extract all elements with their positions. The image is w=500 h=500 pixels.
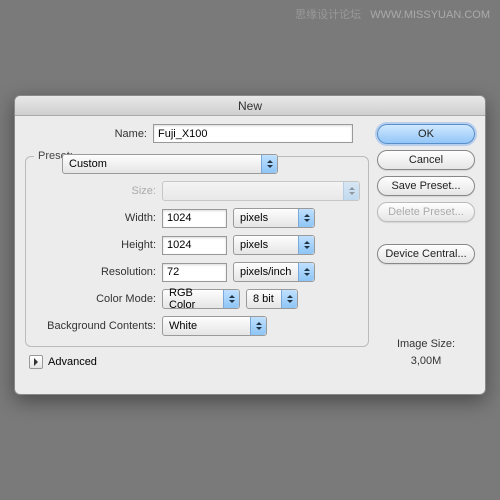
preset-value: Custom xyxy=(69,158,107,170)
advanced-label: Advanced xyxy=(48,356,97,368)
device-central-button[interactable]: Device Central... xyxy=(377,244,475,264)
preset-fieldset: Preset: Custom Size: Width: xyxy=(25,150,369,347)
updown-icon xyxy=(343,182,359,200)
bg-label: Background Contents: xyxy=(34,320,162,332)
watermark: 思缘设计论坛 WWW.MISSYUAN.COM xyxy=(295,6,490,22)
new-dialog: New Name: Preset: Custom Size: xyxy=(14,95,486,395)
delete-preset-button: Delete Preset... xyxy=(377,202,475,222)
height-input[interactable] xyxy=(162,236,227,255)
height-label: Height: xyxy=(34,239,162,251)
updown-icon xyxy=(298,263,314,281)
watermark-cn: 思缘设计论坛 xyxy=(295,9,361,21)
colormode-label: Color Mode: xyxy=(34,293,162,305)
colormode-value: RGB Color xyxy=(169,287,221,311)
name-input[interactable] xyxy=(153,124,353,143)
colormode-select[interactable]: RGB Color xyxy=(162,289,240,309)
image-size-value: 3,00M xyxy=(377,353,475,370)
resolution-input[interactable] xyxy=(162,263,227,282)
height-unit-select[interactable]: pixels xyxy=(233,235,315,255)
preset-select[interactable]: Custom xyxy=(62,154,278,174)
width-input[interactable] xyxy=(162,209,227,228)
width-unit-select[interactable]: pixels xyxy=(233,208,315,228)
bitdepth-select[interactable]: 8 bit xyxy=(246,289,298,309)
dialog-title: New xyxy=(15,96,485,116)
advanced-row: Advanced xyxy=(25,355,369,369)
save-preset-button[interactable]: Save Preset... xyxy=(377,176,475,196)
bg-value: White xyxy=(169,320,197,332)
height-unit: pixels xyxy=(240,239,268,251)
resolution-label: Resolution: xyxy=(34,266,162,278)
updown-icon xyxy=(281,290,297,308)
updown-icon xyxy=(298,236,314,254)
image-size-label: Image Size: xyxy=(377,336,475,353)
size-label: Size: xyxy=(34,185,162,197)
width-label: Width: xyxy=(34,212,162,224)
updown-icon xyxy=(223,290,239,308)
resolution-unit-select[interactable]: pixels/inch xyxy=(233,262,315,282)
width-unit: pixels xyxy=(240,212,268,224)
cancel-button[interactable]: Cancel xyxy=(377,150,475,170)
name-label: Name: xyxy=(25,128,153,140)
updown-icon xyxy=(261,155,277,173)
image-size-block: Image Size: 3,00M xyxy=(377,336,475,369)
updown-icon xyxy=(298,209,314,227)
updown-icon xyxy=(250,317,266,335)
bg-select[interactable]: White xyxy=(162,316,267,336)
resolution-unit: pixels/inch xyxy=(240,266,291,278)
watermark-url: WWW.MISSYUAN.COM xyxy=(370,9,490,21)
size-select xyxy=(162,181,360,201)
disclosure-triangle-icon[interactable] xyxy=(29,355,43,369)
ok-button[interactable]: OK xyxy=(377,124,475,144)
bitdepth-value: 8 bit xyxy=(253,293,274,305)
